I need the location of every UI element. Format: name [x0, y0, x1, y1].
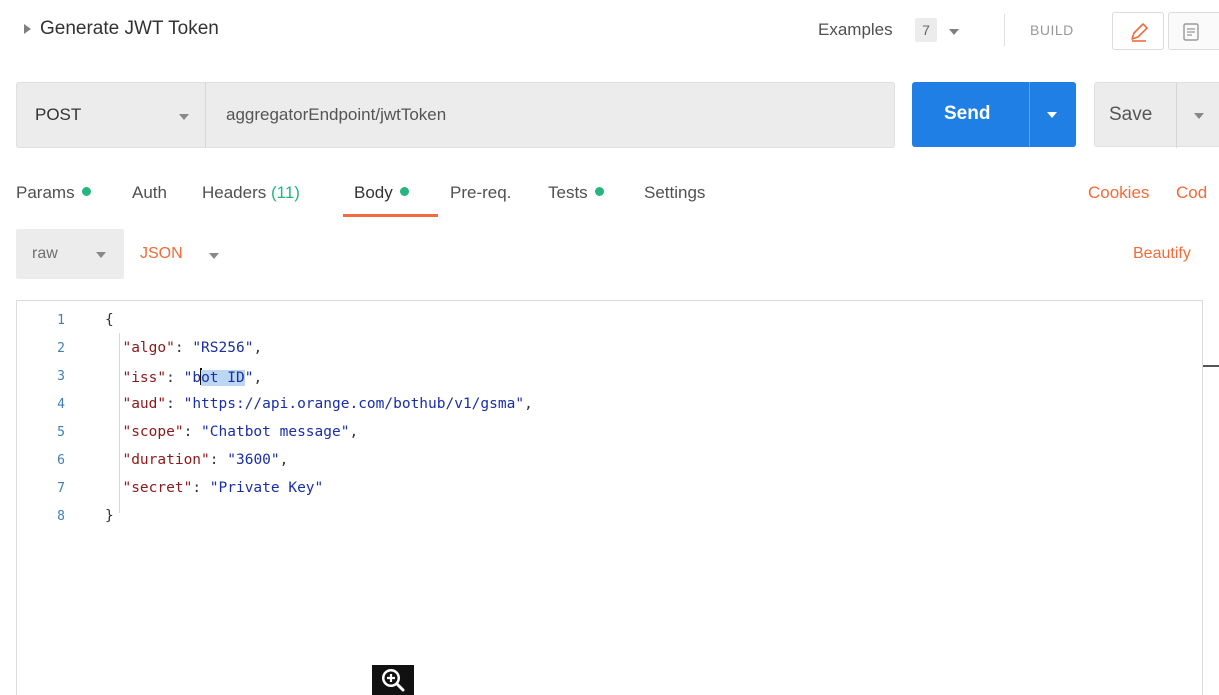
code-editor[interactable]: 1 { 2 "algo": "RS256", 3 "iss": "bot ID"…: [16, 300, 1203, 695]
line-number: 6: [57, 453, 65, 468]
edit-mode-button[interactable]: [1112, 12, 1164, 50]
tab-label: Body: [354, 183, 393, 202]
chevron-down-icon[interactable]: [209, 253, 219, 259]
chevron-down-icon: [96, 252, 106, 258]
code-line: 8 }: [17, 505, 1117, 531]
code-text: "iss": "bot ID",: [122, 368, 263, 386]
body-mode-select[interactable]: raw: [16, 229, 124, 279]
status-dot: [399, 187, 409, 196]
tab-body[interactable]: Body: [354, 183, 409, 203]
status-dot: [594, 187, 604, 196]
tab-tests[interactable]: Tests: [548, 183, 604, 203]
pencil-icon: [1131, 23, 1148, 42]
chevron-down-icon: [179, 114, 189, 120]
code-text: "scope": "Chatbot message",: [122, 424, 359, 440]
method-select[interactable]: POST: [16, 82, 206, 148]
code-line: 1 {: [17, 309, 1117, 335]
request-title-bar: Generate JWT Token Examples 7 BUILD: [0, 0, 1219, 62]
examples-count-badge: 7: [915, 18, 937, 42]
line-number: 8: [57, 509, 65, 524]
tab-auth[interactable]: Auth: [132, 183, 167, 203]
document-icon: [1183, 23, 1199, 41]
url-value: aggregatorEndpoint/jwtToken: [226, 105, 447, 124]
code-line: 3 "iss": "bot ID",: [17, 365, 1117, 391]
code-text: "duration": "3600",: [122, 452, 289, 468]
tab-headers[interactable]: Headers (11): [202, 183, 300, 203]
line-number: 2: [57, 341, 65, 356]
code-line: 2 "algo": "RS256",: [17, 337, 1117, 363]
tab-label: Tests: [548, 183, 588, 202]
code-line: 5 "scope": "Chatbot message",: [17, 421, 1117, 447]
code-line: 4 "aud": "https://api.orange.com/bothub/…: [17, 393, 1117, 419]
line-number: 7: [57, 481, 65, 496]
build-mode-label[interactable]: BUILD: [1030, 22, 1074, 38]
save-button[interactable]: Save: [1094, 82, 1219, 148]
line-number: 1: [57, 313, 65, 328]
code-text: "algo": "RS256",: [122, 340, 263, 356]
zoom-in-button[interactable]: [372, 665, 414, 695]
request-name[interactable]: Generate JWT Token: [40, 18, 219, 40]
tab-label: Auth: [132, 183, 167, 202]
chevron-down-icon[interactable]: [1047, 112, 1057, 118]
tab-label: Params: [16, 183, 75, 202]
tab-label: Settings: [644, 183, 706, 202]
status-dot: [81, 187, 91, 196]
url-input[interactable]: aggregatorEndpoint/jwtToken: [206, 82, 895, 148]
send-button[interactable]: Send: [912, 82, 1076, 147]
chevron-down-icon[interactable]: [1194, 113, 1204, 119]
body-mode-label: raw: [32, 245, 58, 262]
tab-params[interactable]: Params: [16, 183, 91, 203]
caret-right-icon[interactable]: [24, 24, 31, 34]
code-line: 6 "duration": "3600",: [17, 449, 1117, 475]
language-select[interactable]: JSON: [140, 245, 183, 263]
active-tab-indicator: [343, 214, 438, 217]
tab-label: Pre-req.: [450, 183, 512, 202]
code-link[interactable]: Cod: [1176, 183, 1207, 203]
divider: [1029, 82, 1030, 147]
divider: [1176, 83, 1177, 148]
line-number: 5: [57, 425, 65, 440]
examples-dropdown[interactable]: Examples: [818, 20, 893, 40]
chevron-down-icon[interactable]: [949, 29, 959, 35]
send-label: Send: [944, 103, 991, 124]
tab-prereq[interactable]: Pre-req.: [450, 183, 511, 203]
method-label: POST: [35, 105, 82, 124]
save-label: Save: [1109, 104, 1153, 125]
code-text: {: [105, 312, 114, 328]
cookies-link[interactable]: Cookies: [1088, 183, 1149, 203]
text-selection: ot ID: [201, 370, 245, 386]
tab-label: Headers: [202, 183, 267, 202]
documentation-button[interactable]: [1168, 12, 1219, 50]
code-line: 7 "secret": "Private Key": [17, 477, 1117, 503]
code-text: }: [105, 508, 114, 524]
line-number: 3: [57, 369, 65, 384]
code-text: "secret": "Private Key": [122, 480, 324, 496]
zoom-in-icon: [382, 669, 405, 692]
code-text: "aud": "https://api.orange.com/bothub/v1…: [122, 396, 533, 412]
beautify-link[interactable]: Beautify: [1133, 245, 1191, 263]
line-number: 4: [57, 397, 65, 412]
divider: [1004, 14, 1005, 46]
headers-count: (11): [271, 183, 300, 202]
scrollbar-marker[interactable]: [1203, 365, 1219, 367]
tab-settings[interactable]: Settings: [644, 183, 705, 203]
